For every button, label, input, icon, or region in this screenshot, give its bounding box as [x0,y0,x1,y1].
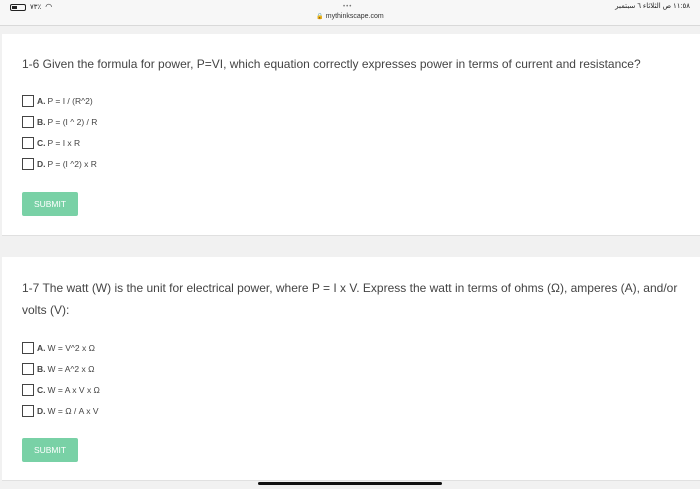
option-c[interactable]: C. P = I x R [22,132,97,153]
url-text: mythinkscape.com [325,13,384,20]
checkbox[interactable] [22,383,34,396]
option-text: W = Ω / A x V [47,405,99,416]
option-letter: A. [37,342,46,353]
option-c[interactable]: C. W = A x V x Ω [22,379,100,400]
option-letter: B. [37,363,46,374]
address-bar[interactable]: 🔒 mythinkscape.com [0,12,700,22]
checkbox[interactable] [22,94,34,107]
submit-button[interactable]: SUBMIT [22,438,78,462]
more-dots-icon[interactable]: ••• [343,4,352,10]
option-text: W = A^2 x Ω [47,363,95,374]
option-letter: C. [37,137,46,148]
question-card-1-7: 1-7 The watt (W) is the unit for electri… [2,257,700,481]
question-text: 1-6 Given the formula for power, P=VI, w… [22,57,641,71]
options-list: A. P = I / (R^2) B. P = (I ^ 2) / R C. P… [22,90,97,174]
option-b[interactable]: B. W = A^2 x Ω [22,358,100,379]
checkbox[interactable] [22,136,34,149]
option-letter: D. [37,405,46,416]
checkbox[interactable] [22,157,34,170]
lock-icon: 🔒 [316,14,324,20]
option-letter: C. [37,384,46,395]
question-text: 1-7 The watt (W) is the unit for electri… [22,281,678,317]
option-letter: A. [37,95,46,106]
option-d[interactable]: D. W = Ω / A x V [22,400,100,421]
status-left: ٧٣٪ ◠ [10,2,52,12]
option-d[interactable]: D. P = (I ^2) x R [22,153,97,174]
option-text: P = (I ^ 2) / R [47,116,98,127]
options-list: A. W = V^2 x Ω B. W = A^2 x Ω C. W = A x… [22,337,100,421]
option-text: P = I / (R^2) [47,95,93,106]
option-text: P = I x R [47,137,81,148]
option-text: W = A x V x Ω [47,384,100,395]
option-a[interactable]: A. P = I / (R^2) [22,90,97,111]
option-text: P = (I ^2) x R [47,158,97,169]
checkbox[interactable] [22,341,34,354]
checkbox[interactable] [22,115,34,128]
option-text: W = V^2 x Ω [47,342,95,353]
date-time: ١١:٥٨ ص الثلاثاء ٦ سبتمبر [615,3,690,10]
submit-button[interactable]: SUBMIT [22,192,78,216]
option-a[interactable]: A. W = V^2 x Ω [22,337,100,358]
battery-percent: ٧٣٪ [30,4,42,11]
status-bar: ٧٣٪ ◠ ••• 🔒 mythinkscape.com ١١:٥٨ ص الثل… [0,0,700,26]
option-letter: B. [37,116,46,127]
question-card-1-6: 1-6 Given the formula for power, P=VI, w… [2,34,700,236]
wifi-icon: ◠ [45,2,53,11]
checkbox[interactable] [22,362,34,375]
battery-icon [10,3,26,11]
option-letter: D. [37,158,46,169]
option-b[interactable]: B. P = (I ^ 2) / R [22,111,97,132]
checkbox[interactable] [22,404,34,417]
home-indicator[interactable] [258,482,442,485]
